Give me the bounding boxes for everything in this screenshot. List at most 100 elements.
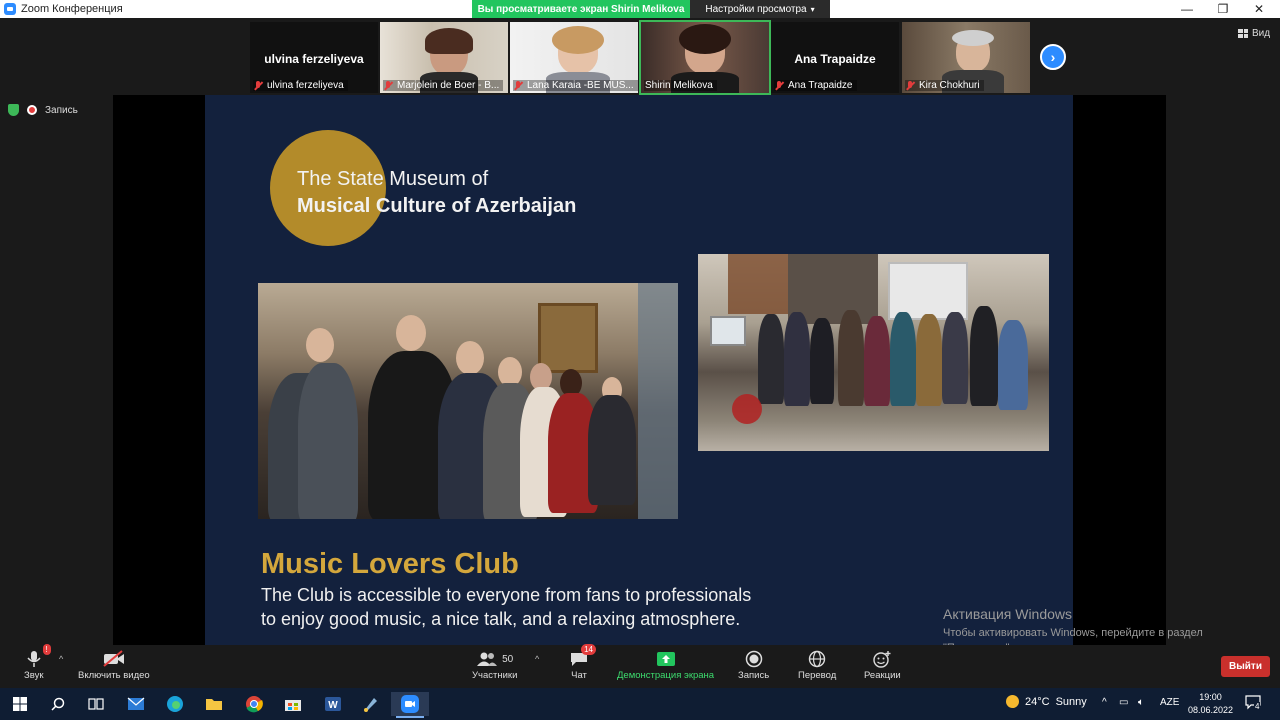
grid-view-icon [1238,29,1248,38]
curtain [638,283,678,519]
shield-icon [8,104,19,116]
start-video-button[interactable]: Включить видео [78,648,150,681]
sun-icon [1006,695,1019,708]
maximize-button[interactable]: ❐ [1206,0,1240,18]
volume-icon[interactable]: 🔈︎ [1138,697,1144,708]
taskbar-file-explorer[interactable] [202,692,226,716]
easel [710,316,746,346]
chrome-browser-icon [246,696,263,713]
reactions-button[interactable]: Реакции [864,648,901,681]
close-button[interactable]: ✕ [1242,0,1276,18]
search-button[interactable] [46,692,70,716]
zoom-app-icon [401,695,419,713]
svg-text:W: W [328,700,338,711]
mic-muted-icon [775,80,784,91]
clock-date: 08.06.2022 [1188,705,1234,715]
museum-title-line2: Musical Culture of Azerbaijan [297,195,577,217]
translation-label: Перевод [798,670,837,681]
mic-muted-icon [384,80,393,91]
notification-center-button[interactable]: 4 [1245,694,1261,711]
share-screen-icon [656,652,675,666]
record-label: Запись [738,670,770,681]
video-label: Включить видео [78,670,150,681]
taskbar-paint-app[interactable] [359,692,383,716]
participants-button[interactable]: 50 Участники [472,648,517,681]
activation-line1: Чтобы активировать Windows, перейдите в … [943,627,1203,639]
participant-tile-active-speaker[interactable]: Shirin Melikova [639,20,771,95]
taskbar-edge[interactable] [163,692,187,716]
folder-icon [206,699,222,710]
participants-options-caret[interactable]: ^ [535,654,539,664]
participants-label: Участники [472,670,518,681]
restore-icon: ❐ [1217,2,1229,16]
view-settings-label: Настройки просмотра [705,3,807,15]
mic-muted-icon [906,80,915,91]
taskbar-chrome[interactable] [242,692,266,716]
club-description-line2: to enjoy good music, a nice talk, and a … [261,609,741,629]
photo-group [698,254,1049,451]
share-screen-button[interactable]: Демонстрация экрана [617,648,714,681]
participant-name: Ana Trapaidze [788,80,853,91]
chevron-right-icon: › [1050,49,1056,65]
microphone-icon [27,651,41,667]
participant-name: Kira Chokhuri [919,80,980,91]
participants-count: 50 [502,653,514,665]
taskbar-mail[interactable] [124,692,148,716]
translation-button[interactable]: Перевод [798,648,836,681]
participant-tile[interactable]: Lana Karaia -BE MUS... [510,22,638,93]
museum-title-line1: The State Museum of [297,168,489,190]
participant-name: Lana Karaia -BE MUS... [527,80,634,91]
weather-widget[interactable]: 24°C Sunny [1006,695,1087,708]
share-screen-label: Демонстрация экрана [617,670,715,681]
window-title: Zoom Конференция [21,3,123,15]
taskbar-store[interactable] [281,692,305,716]
tray-overflow-icon[interactable]: ^ [1102,697,1107,708]
mic-muted-icon [514,80,523,91]
view-settings-button[interactable]: Настройки просмотра ▾ [690,0,830,18]
taskbar-word[interactable]: W [321,692,345,716]
participant-name-large: Ana Trapaidze [794,52,876,66]
minimize-button[interactable]: — [1170,0,1204,18]
taskbar-zoom[interactable] [391,692,429,716]
view-button[interactable]: Вид [1238,28,1270,39]
leave-meeting-button[interactable]: Выйти [1221,656,1270,677]
task-view-button[interactable] [84,692,108,716]
start-button[interactable] [8,692,32,716]
chat-label: Чат [571,670,587,681]
participant-tile[interactable]: ulvina ferzeliyeva ulvina ferzeliyeva [250,22,378,93]
chat-button[interactable]: 14 Чат [570,644,596,681]
participant-tile[interactable]: Kira Chokhuri [902,22,1030,93]
activation-watermark-title: Активация Windows [943,606,1073,622]
participant-tile[interactable]: Ana Trapaidze Ana Trapaidze [771,22,899,93]
network-icon[interactable]: ▭ [1119,697,1128,708]
word-app-icon: W [325,697,341,711]
participant-name: Marjolein de Boer - B... [397,80,500,91]
next-page-button[interactable]: › [1040,44,1066,70]
portrait-frame [538,303,598,373]
participants-icon [477,652,498,666]
audio-alert-badge: ! [42,644,51,655]
weather-condition: Sunny [1055,695,1087,708]
active-app-indicator [396,716,424,718]
participant-name-large: ulvina ferzeliyeva [264,52,364,66]
reactions-label: Реакции [864,670,901,681]
record-button[interactable]: Запись [738,648,769,681]
flowers [732,394,762,424]
audio-button[interactable]: ! Звук [24,644,51,681]
emoji-add-icon [873,651,891,668]
recording-indicator[interactable]: Запись [8,104,78,116]
participant-name: ulvina ferzeliyeva [267,80,344,91]
windows-logo-icon [13,697,27,711]
minimize-icon: — [1181,2,1193,16]
search-icon [51,697,65,711]
view-button-label: Вид [1252,28,1271,39]
audio-options-caret[interactable]: ^ [59,654,63,664]
participant-strip [0,18,1280,95]
share-banner: Вы просматриваете экран Shirin Melikova [472,0,690,18]
club-description-line1: The Club is accessible to everyone from … [261,585,752,605]
edge-browser-icon [167,696,183,712]
language-indicator[interactable]: AZE [1160,697,1179,708]
photo-audience [258,283,678,519]
system-clock[interactable]: 19:00 08.06.2022 [1188,691,1233,717]
participant-tile[interactable]: Marjolein de Boer - B... [380,22,508,93]
